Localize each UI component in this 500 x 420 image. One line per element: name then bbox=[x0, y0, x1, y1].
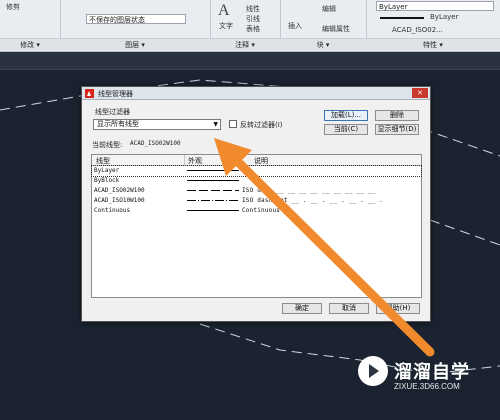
watermark-url: ZIXUE.3D66.COM bbox=[394, 382, 460, 391]
watermark: 溜溜自学 ZIXUE.3D66.COM bbox=[354, 350, 472, 404]
watermark-title: 溜溜自学 bbox=[394, 362, 470, 383]
play-logo-icon bbox=[358, 356, 388, 386]
arrow-shaft bbox=[229, 153, 435, 357]
